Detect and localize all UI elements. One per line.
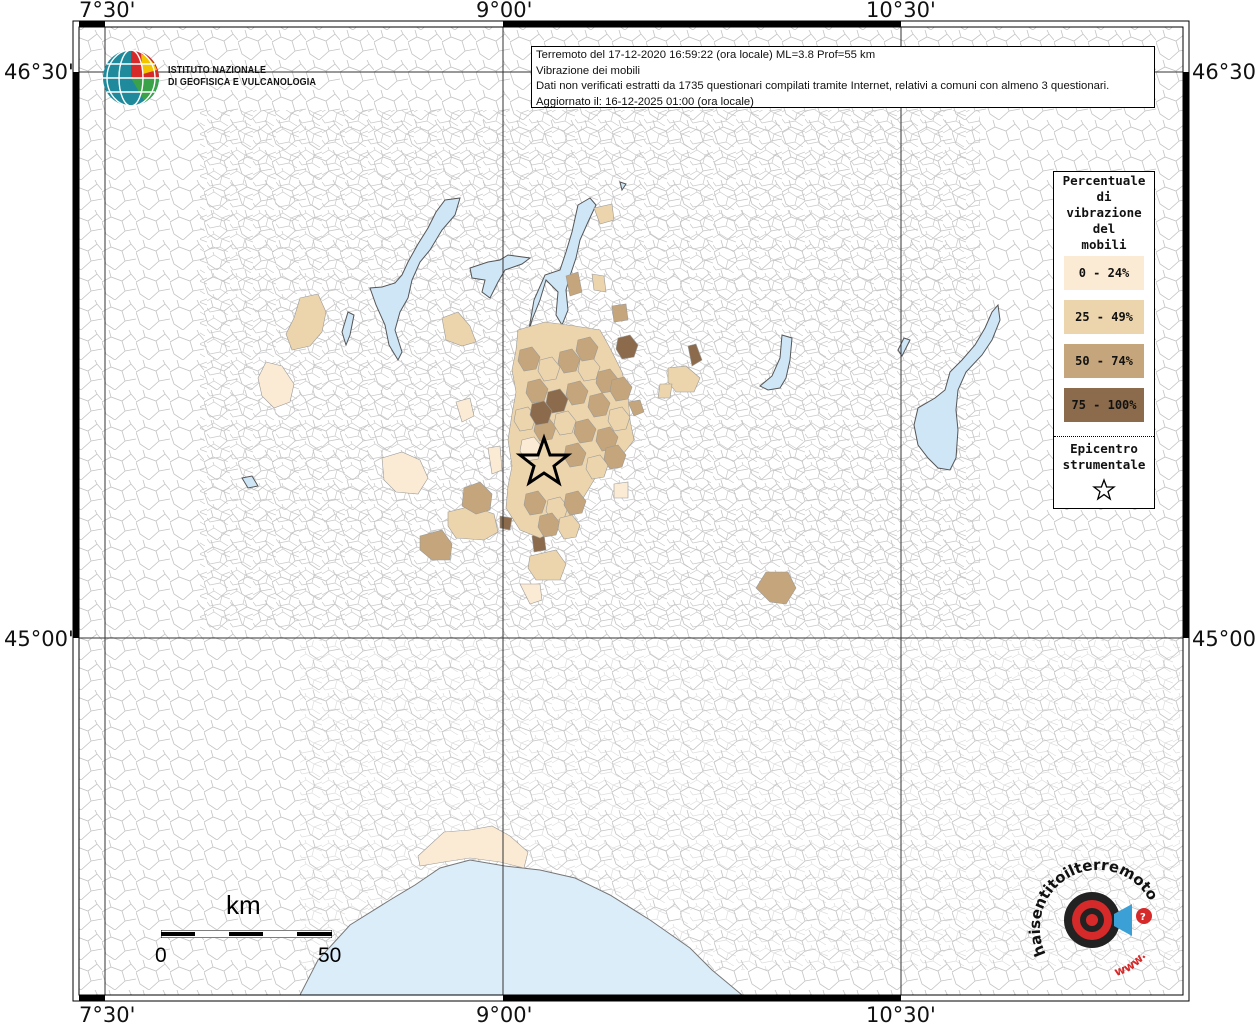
event-parameter: Vibrazione dei mobili <box>536 64 641 77</box>
legend: Percentuale di vibrazione del mobili 0 -… <box>1053 171 1155 509</box>
top-lon-label-1: 7°30' <box>79 0 136 22</box>
scale-max-label: 50 <box>318 944 342 967</box>
ingv-name-line1: ISTITUTO NAZIONALE <box>168 64 267 76</box>
area-75-100 <box>499 515 513 531</box>
area-25-49 <box>657 383 673 399</box>
area-25-49 <box>591 273 607 293</box>
left-lat-label-1: 46°30' <box>4 60 74 84</box>
event-info-box: Terremoto del 17-12-2020 16:59:22 (ora l… <box>531 46 1155 108</box>
event-data-note: Dati non verificati estratti da 1735 que… <box>536 80 1110 92</box>
legend-item-0-24: 0 - 24% <box>1064 256 1144 290</box>
event-updated: Aggiornato il: 16-12-2025 01:00 (ora loc… <box>536 95 754 108</box>
right-lat-label-1: 46°30' <box>1192 60 1256 84</box>
right-lat-label-2: 45°00' <box>1192 627 1256 651</box>
map-area <box>79 27 1183 995</box>
scale-unit-label: km <box>226 890 261 920</box>
area-50-74 <box>611 303 629 323</box>
legend-title: Percentuale di vibrazione del mobili <box>1062 173 1146 252</box>
svg-text:?: ? <box>1140 912 1146 923</box>
left-lat-label-2: 45°00' <box>4 627 74 651</box>
legend-divider <box>1054 436 1154 437</box>
legend-item-75-100: 75 - 100% <box>1064 388 1144 422</box>
haisentito-logo-icon: haisentitoilterremoto.it www. ? <box>1028 858 1162 979</box>
bottom-lon-label-3: 10°30' <box>866 1003 936 1027</box>
ingv-logo-icon <box>103 49 159 107</box>
star-icon <box>1092 478 1116 501</box>
area-0-24 <box>613 481 629 499</box>
scale-min-label: 0 <box>155 944 167 967</box>
top-lon-label-3: 10°30' <box>866 0 936 22</box>
event-title: Terremoto del 17-12-2020 16:59:22 (ora l… <box>536 49 876 61</box>
bottom-lon-label-2: 9°00' <box>476 1003 533 1027</box>
bottom-lon-label-1: 7°30' <box>79 1003 136 1027</box>
ingv-name-line2: DI GEOFISICA E VULCANOLOGIA <box>168 76 317 88</box>
scale-bar <box>161 930 332 938</box>
haisentito-www: www. <box>1112 949 1148 979</box>
legend-item-25-49: 25 - 49% <box>1064 300 1144 334</box>
top-lon-label-2: 9°00' <box>476 0 533 22</box>
legend-item-50-74: 50 - 74% <box>1064 344 1144 378</box>
legend-epicenter-label: Epicentro strumentale <box>1062 441 1146 472</box>
ingv-name: ISTITUTO NAZIONALE DI GEOFISICA E VULCAN… <box>168 64 316 88</box>
